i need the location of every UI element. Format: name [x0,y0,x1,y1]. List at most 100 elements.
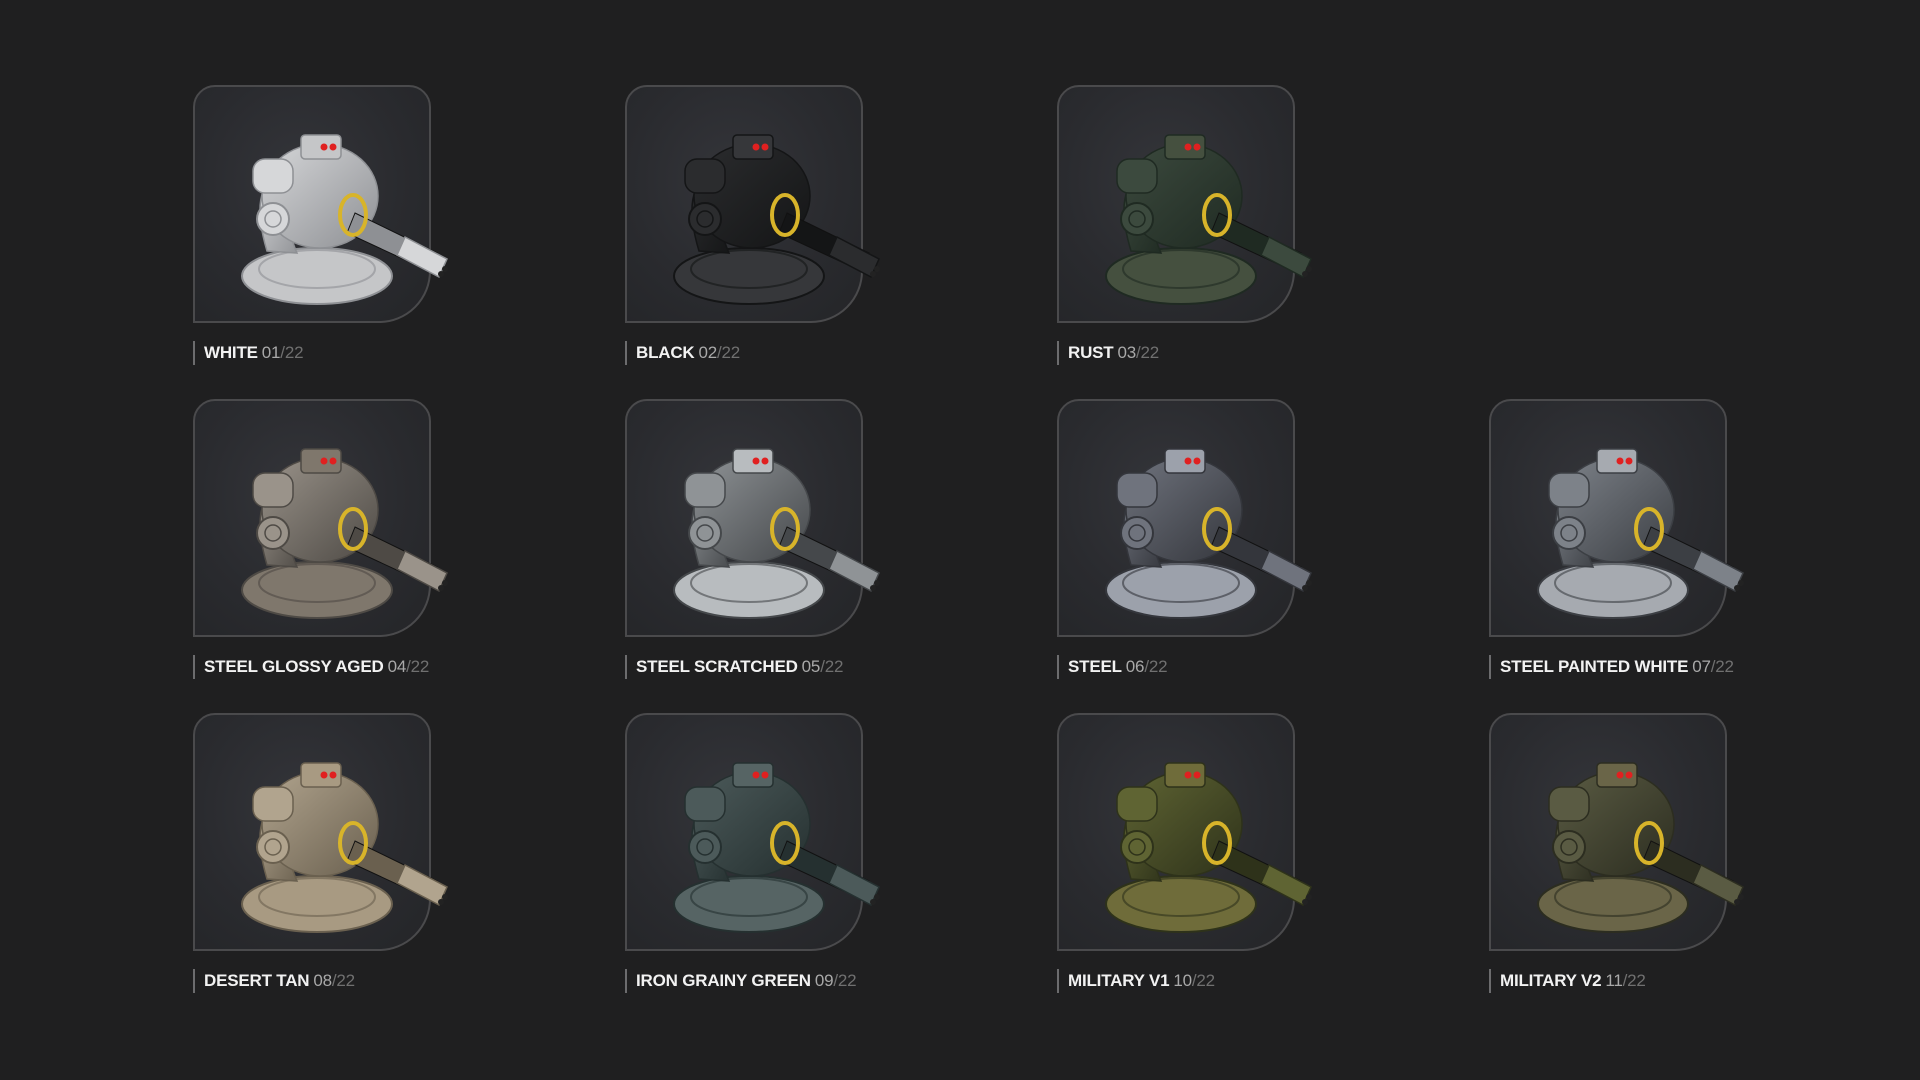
variant-total: /22 [1136,343,1160,362]
turret-hub [688,830,722,864]
turret-thumbnail[interactable] [193,713,448,951]
variant-name: MILITARY V1 [1068,971,1170,990]
turret-hub [1120,202,1154,236]
turret-muzzle [828,235,880,279]
turret-muzzle [1692,549,1744,593]
turret-base [241,875,393,933]
sensor-light [320,457,328,465]
turret-thumbnail[interactable] [625,85,880,323]
sensor-light [1616,771,1624,779]
variant-card[interactable]: STEEL PAINTED WHITE 07/22 [1489,399,1849,699]
turret-base [673,561,825,619]
turret-thumbnail[interactable] [1489,399,1744,637]
variant-number: 10 [1173,971,1192,990]
sensor-light [761,771,769,779]
variant-name: RUST [1068,343,1114,362]
sensor-light [1193,143,1201,151]
variant-total: /22 [1622,971,1646,990]
sensor-light [1184,457,1192,465]
variant-name: STEEL GLOSSY AGED [204,657,384,676]
turret-thumbnail[interactable] [625,713,880,951]
variant-number: 01 [261,343,281,362]
variant-label: IRON GRAINY GREEN 09/22 [625,969,857,993]
variant-label: MILITARY V2 11/22 [1489,969,1646,993]
sensor-light [1625,457,1633,465]
variant-number: 06 [1125,657,1145,676]
variant-total: /22 [1191,971,1215,990]
sensor-light [1616,457,1624,465]
sensor-light [329,771,337,779]
turret-muzzle [396,235,448,279]
turret-illustration [241,762,448,933]
turret-hub [688,202,722,236]
variant-total: /22 [1710,657,1734,676]
sensor-light [752,771,760,779]
turret-muzzle [396,863,448,907]
variant-card[interactable]: IRON GRAINY GREEN 09/22 [625,713,985,1013]
turret-base [1105,875,1257,933]
variant-name: MILITARY V2 [1500,971,1602,990]
turret-hub [688,516,722,550]
turret-muzzle [1260,863,1312,907]
variant-total: /22 [833,971,857,990]
variant-name: STEEL PAINTED WHITE [1500,657,1689,676]
sensor-light [752,143,760,151]
turret-illustration [1105,762,1312,933]
variant-total: /22 [406,657,430,676]
turret-thumbnail[interactable] [1057,713,1312,951]
sensor-light [329,457,337,465]
turret-muzzle [828,549,880,593]
variant-card[interactable]: RUST 03/22 [1057,85,1417,385]
turret-base [1105,561,1257,619]
turret-muzzle [1260,235,1312,279]
variant-label: STEEL SCRATCHED 05/22 [625,655,843,679]
turret-illustration [1105,448,1312,619]
variant-total: /22 [820,657,844,676]
sensor-light [1193,771,1201,779]
turret-illustration [673,448,880,619]
sensor-light [761,457,769,465]
sensor-light [761,143,769,151]
sensor-light [1184,143,1192,151]
variant-card[interactable]: BLACK 02/22 [625,85,985,385]
turret-illustration [1537,762,1744,933]
turret-thumbnail[interactable] [193,85,448,323]
turret-illustration [1105,134,1312,305]
variant-number: 03 [1117,343,1136,362]
turret-illustration [673,134,880,305]
variant-card[interactable]: WHITE 01/22 [193,85,553,385]
variant-card[interactable]: STEEL GLOSSY AGED 04/22 [193,399,553,699]
sensor-light [752,457,760,465]
variant-number: 08 [313,971,332,990]
turret-base [1537,875,1689,933]
sensor-light [320,143,328,151]
turret-illustration [1537,448,1744,619]
turret-hub [256,830,290,864]
variant-card[interactable]: MILITARY V2 11/22 [1489,713,1849,1013]
sensor-light [329,143,337,151]
sensor-light [320,771,328,779]
turret-thumbnail[interactable] [193,399,448,637]
turret-thumbnail[interactable] [1057,399,1312,637]
turret-muzzle [1260,549,1312,593]
variant-number: 04 [387,657,407,676]
variant-card[interactable]: DESERT TAN 08/22 [193,713,553,1013]
variant-name: WHITE [204,343,258,362]
variant-card[interactable]: MILITARY V1 10/22 [1057,713,1417,1013]
variant-card[interactable]: STEEL 06/22 [1057,399,1417,699]
turret-thumbnail[interactable] [1057,85,1312,323]
sensor-light [1193,457,1201,465]
variant-number: 11 [1605,971,1623,990]
turret-muzzle [1692,863,1744,907]
turret-base [673,247,825,305]
turret-base [1105,247,1257,305]
variant-label: DESERT TAN 08/22 [193,969,355,993]
variant-card[interactable]: STEEL SCRATCHED 05/22 [625,399,985,699]
turret-hub [256,202,290,236]
variant-label: STEEL PAINTED WHITE 07/22 [1489,655,1734,679]
variant-label: STEEL 06/22 [1057,655,1168,679]
variant-label: RUST 03/22 [1057,341,1159,365]
turret-thumbnail[interactable] [1489,713,1744,951]
turret-thumbnail[interactable] [625,399,880,637]
variant-total: /22 [331,971,355,990]
